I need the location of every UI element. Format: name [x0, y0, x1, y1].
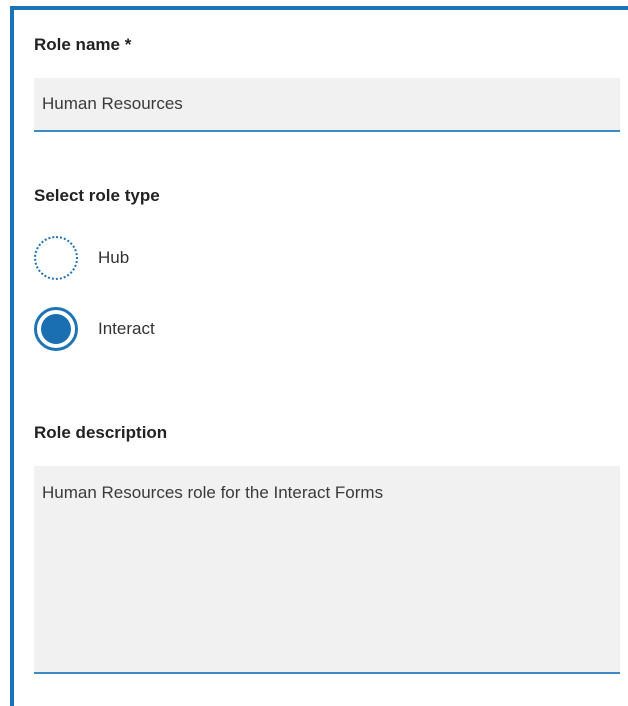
role-description-textarea[interactable]: Human Resources role for the Interact Fo…	[34, 466, 620, 674]
role-name-label: Role name *	[34, 35, 132, 54]
radio-checked-icon[interactable]	[34, 307, 78, 351]
role-form-panel: Role name * Select role type Hub Interac…	[10, 6, 628, 706]
role-type-option-hub[interactable]: Hub	[34, 236, 129, 280]
role-type-label: Select role type	[34, 186, 160, 205]
role-type-option-interact[interactable]: Interact	[34, 307, 155, 351]
radio-selected-dot	[41, 314, 71, 344]
role-type-option-label: Interact	[98, 319, 155, 338]
role-name-input[interactable]	[34, 78, 620, 132]
role-description-label: Role description	[34, 423, 168, 442]
role-type-option-label: Hub	[98, 248, 130, 267]
radio-unchecked-icon[interactable]	[34, 236, 78, 280]
